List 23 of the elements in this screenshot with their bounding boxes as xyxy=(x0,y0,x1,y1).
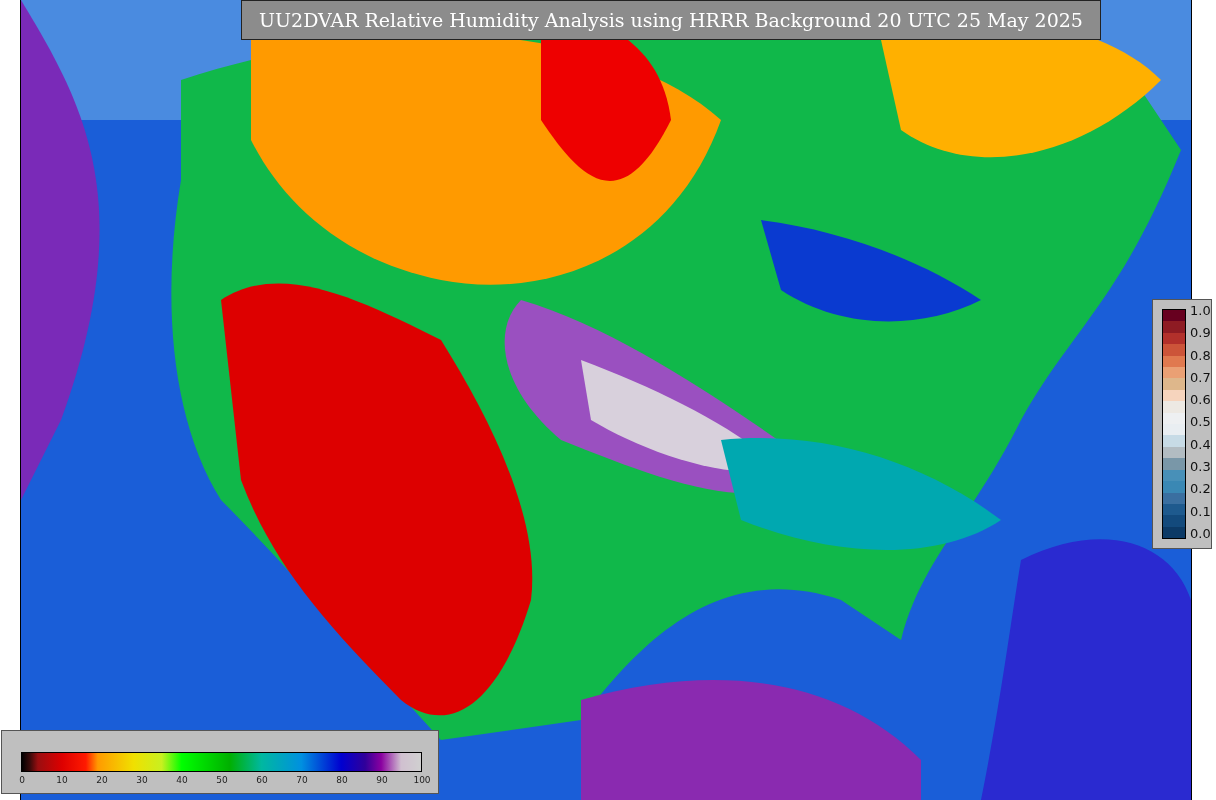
colorbar-tick-label: 1.0 xyxy=(1190,303,1211,318)
colorbar-tick-label: 0.4 xyxy=(1190,436,1211,452)
colorbar-tick-label: 0.2 xyxy=(1190,481,1211,497)
colorbar-tick-label: 40 xyxy=(176,775,188,785)
colorbar-tick-label: 50 xyxy=(216,775,228,785)
colorbar-tick-label: 100 xyxy=(413,775,431,785)
colorbar-tick-label: 70 xyxy=(296,775,308,785)
colorbar-tick-label: 80 xyxy=(336,775,348,785)
colorbar-tick-label: 0.6 xyxy=(1190,392,1211,408)
colorbar-tick-label: 90 xyxy=(376,775,388,785)
colorbar-tick-label: 30 xyxy=(136,775,148,785)
colorbar-tick-label: 0.1 xyxy=(1190,503,1211,519)
colorbar-tick-label: 0.8 xyxy=(1190,347,1211,363)
colorbar-tick-label: 0.7 xyxy=(1190,369,1211,385)
colorbar-tick-label: 0.9 xyxy=(1190,325,1211,341)
colorbar-tick-label: 0 xyxy=(19,775,25,785)
colorbar-tick-label: 0.5 xyxy=(1190,414,1211,430)
colorbar-tick-label: 10 xyxy=(56,775,68,785)
colorbar-tick-label: 60 xyxy=(256,775,268,785)
colorbar-tick-label: 0.3 xyxy=(1190,459,1211,475)
colorbar-tick-label: 20 xyxy=(96,775,108,785)
colorbar-tick-label: 0.0 xyxy=(1190,525,1211,541)
map-title: UU2DVAR Relative Humidity Analysis using HRRR Background 20 UTC 25 May 2025 xyxy=(241,0,1101,40)
